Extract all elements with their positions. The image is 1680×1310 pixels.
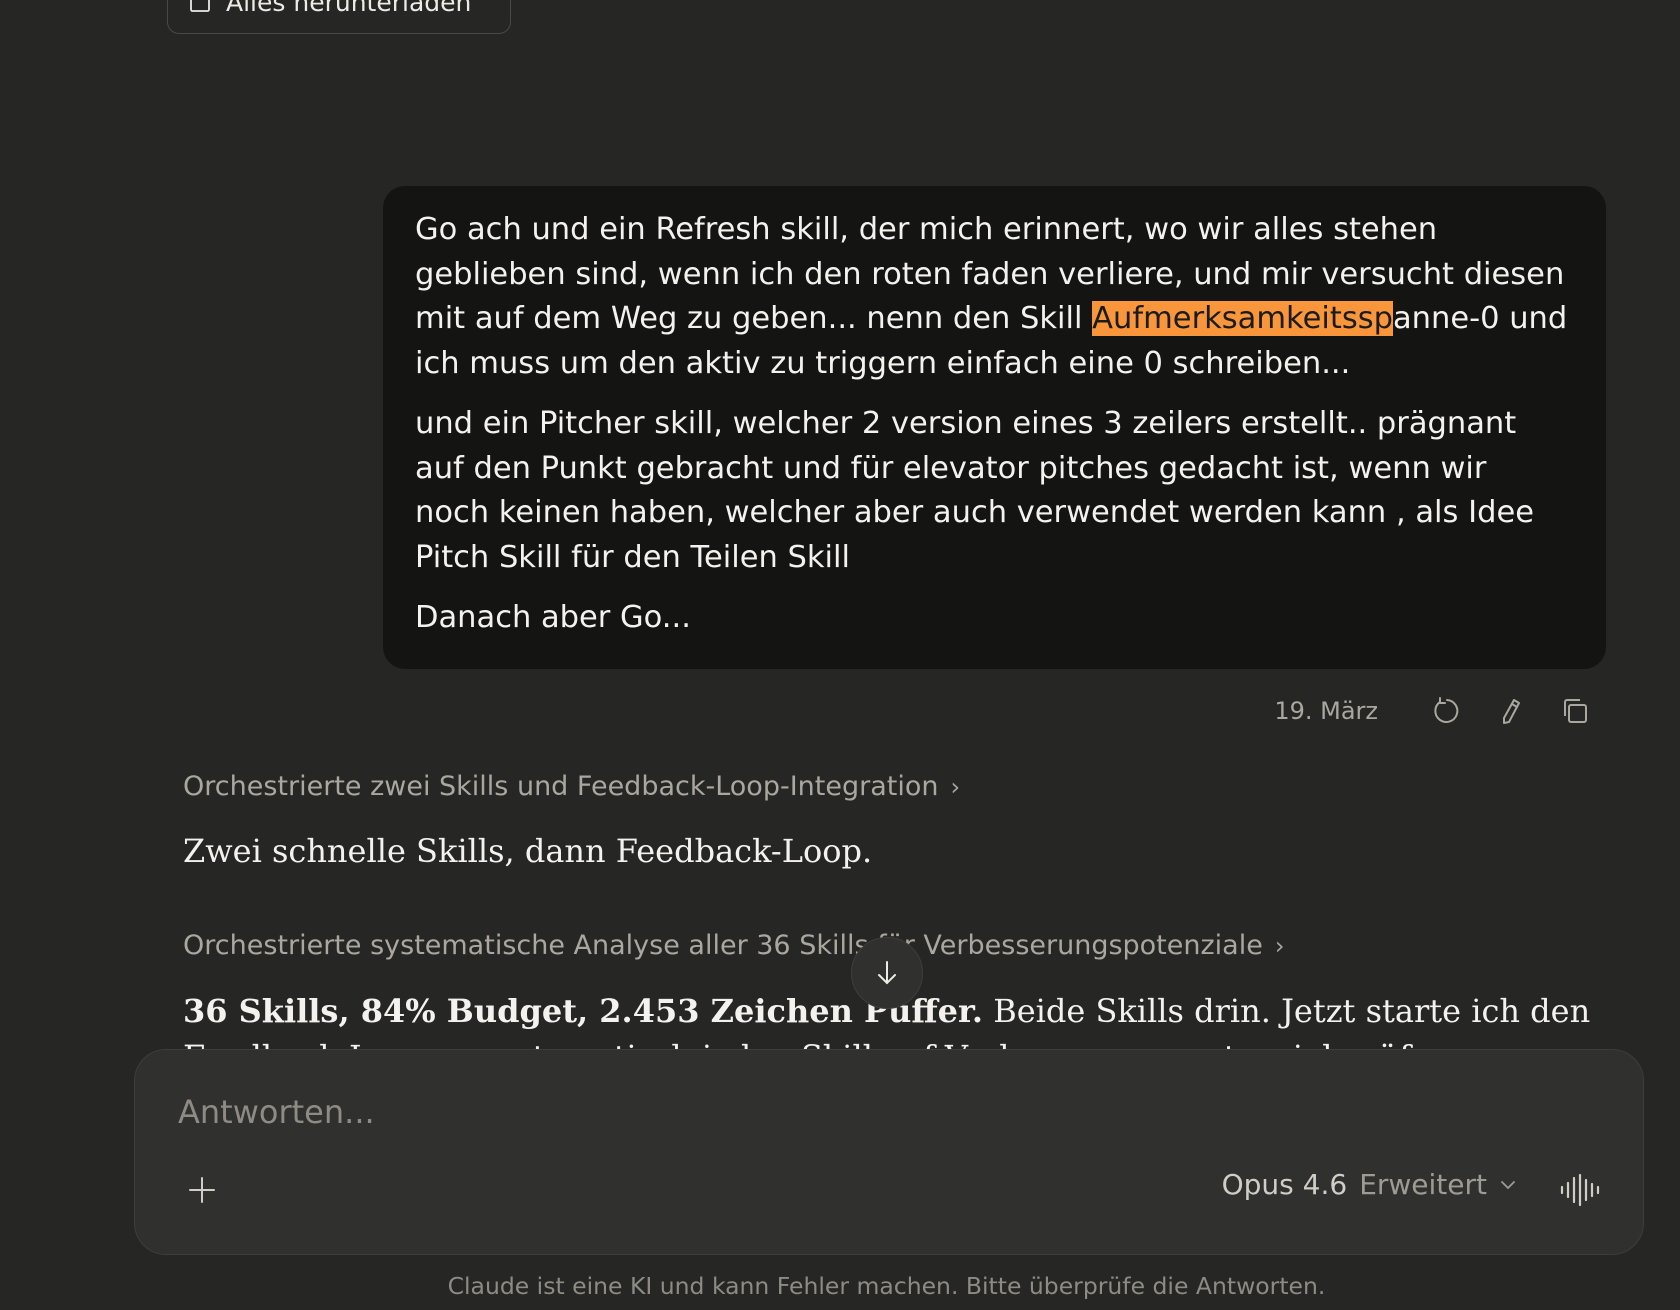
chevron-down-icon — [1501, 1180, 1515, 1189]
thought-summary-label: Orchestrierte systematische Analyse alle… — [183, 930, 1263, 961]
thought-summary-toggle[interactable]: Orchestrierte systematische Analyse alle… — [183, 930, 1284, 961]
plus-icon — [189, 1177, 215, 1203]
message-actions: 19. März — [1274, 690, 1596, 732]
download-all-label: Alles herunterladen — [226, 0, 472, 17]
message-composer: Antworten... Opus 4.6 Erweitert — [134, 1049, 1644, 1255]
model-mode: Erweitert — [1359, 1168, 1487, 1201]
user-message-paragraph: Go ach und ein Refresh skill, der mich e… — [415, 208, 1570, 386]
add-attachment-button[interactable] — [178, 1166, 226, 1214]
copy-icon[interactable] — [1554, 690, 1596, 732]
chat-page: Alles herunterladen Go ach und ein Refre… — [0, 0, 1680, 1310]
model-selector[interactable]: Opus 4.6 Erweitert — [1222, 1168, 1517, 1201]
model-name: Opus 4.6 — [1221, 1168, 1348, 1201]
chevron-right-icon: › — [1274, 931, 1285, 960]
arrow-down-icon — [878, 961, 896, 985]
scroll-to-bottom-button[interactable] — [851, 937, 923, 1009]
download-all-button[interactable]: Alles herunterladen — [167, 0, 511, 34]
voice-mode-button[interactable] — [1555, 1164, 1607, 1216]
user-message-paragraph: und ein Pitcher skill, welcher 2 version… — [415, 406, 1534, 575]
assistant-text-rest: Beide Skills drin. Jetzt starte ich den — [983, 992, 1591, 1030]
edit-icon[interactable] — [1490, 690, 1532, 732]
thought-summary-toggle[interactable]: Orchestrierte zwei Skills und Feedback-L… — [183, 771, 960, 802]
reply-input[interactable]: Antworten... — [178, 1093, 375, 1131]
assistant-text: Zwei schnelle Skills, dann Feedback-Loop… — [183, 832, 873, 870]
text-highlight: Aufmerksamkeitssp — [1092, 301, 1393, 336]
user-message: Go ach und ein Refresh skill, der mich e… — [383, 186, 1606, 669]
disclaimer: Claude ist eine KI und kann Fehler mache… — [447, 1272, 1326, 1300]
user-message-paragraph: Danach aber Go... — [415, 600, 691, 635]
thought-summary-label: Orchestrierte zwei Skills und Feedback-L… — [183, 771, 939, 802]
chevron-right-icon: › — [950, 772, 961, 801]
download-icon — [188, 0, 212, 14]
waveform-icon — [1560, 1173, 1600, 1207]
retry-icon[interactable] — [1426, 690, 1468, 732]
message-date: 19. März — [1274, 697, 1378, 725]
